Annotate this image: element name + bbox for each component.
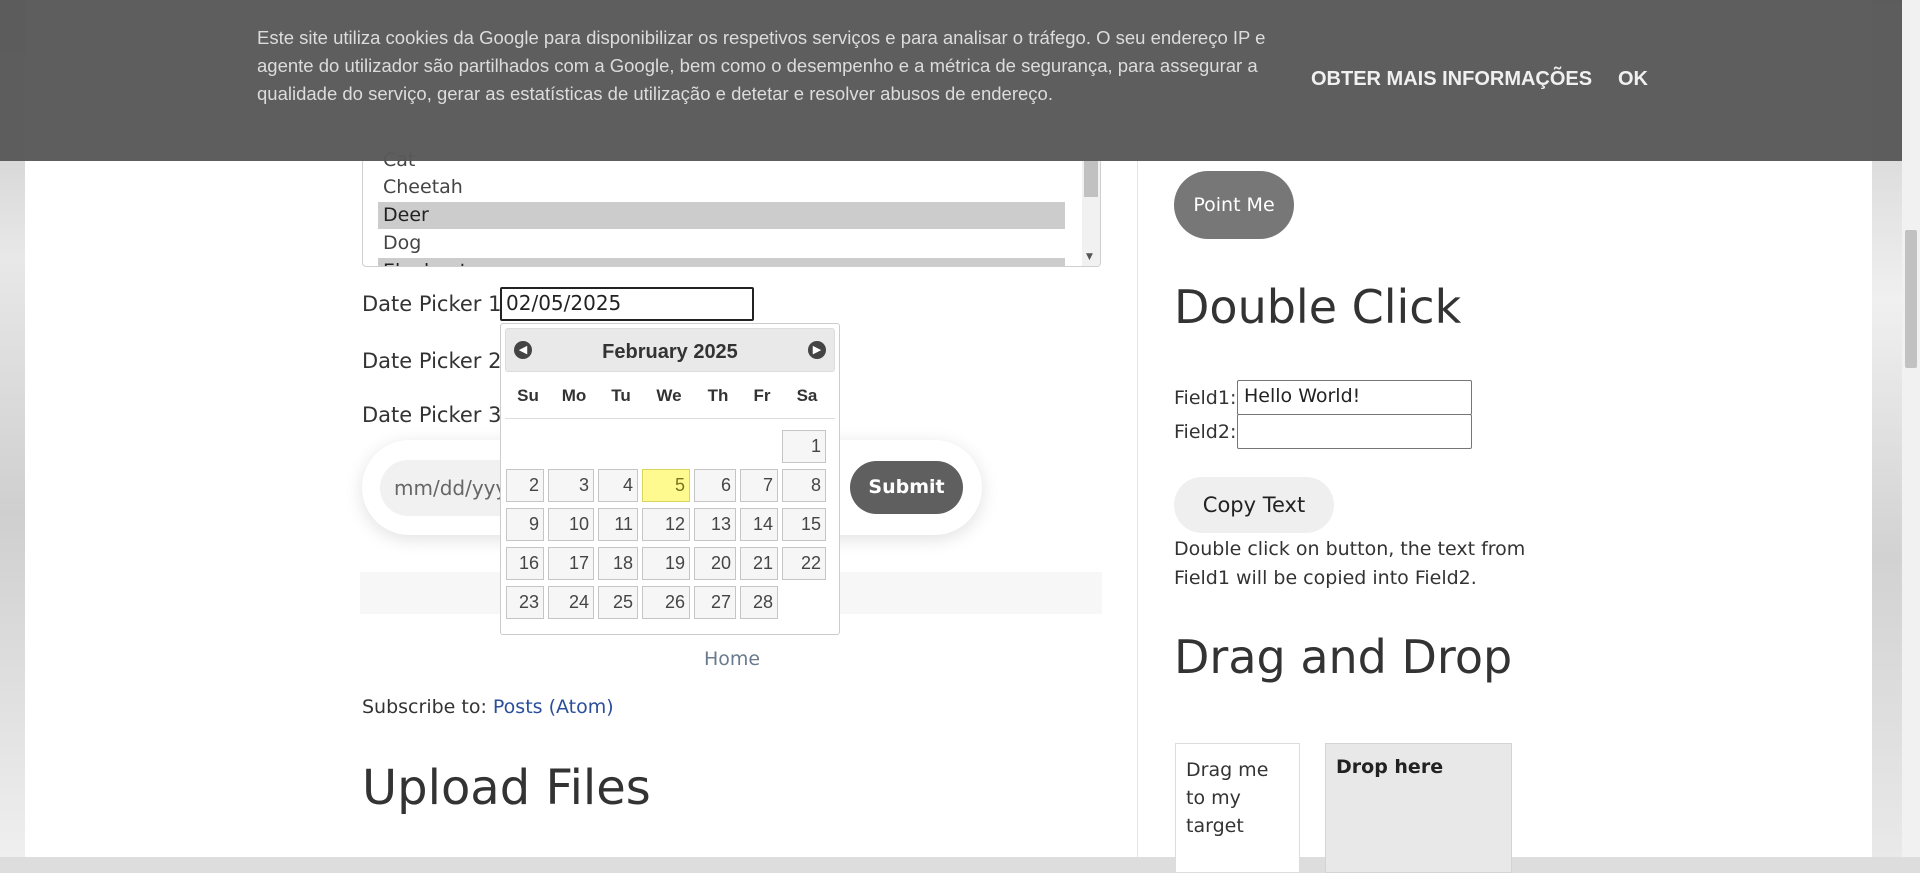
- cookie-banner-text: Este site utiliza cookies da Google para…: [257, 27, 1266, 104]
- calendar-day[interactable]: 18: [598, 547, 638, 580]
- field2-input[interactable]: [1237, 414, 1472, 449]
- date-picker-2-label: Date Picker 2:: [362, 349, 509, 373]
- next-month-icon[interactable]: ▶: [808, 341, 826, 359]
- calendar-day[interactable]: 1: [782, 430, 826, 463]
- calendar-day[interactable]: 23: [506, 586, 544, 619]
- date-picker-3-label: Date Picker 3:: [362, 403, 509, 427]
- list-option-selected[interactable]: Deer: [378, 202, 1065, 229]
- field2-label: Field2:: [1174, 421, 1237, 443]
- posts-atom-link[interactable]: Posts (Atom): [493, 696, 614, 718]
- field1-input[interactable]: Hello World!: [1237, 380, 1472, 415]
- calendar-day[interactable]: 17: [548, 547, 594, 580]
- weekday-label: Su: [517, 386, 539, 405]
- calendar-day[interactable]: 14: [740, 508, 778, 541]
- date-picker-1-input[interactable]: 02/05/2025: [500, 287, 754, 321]
- calendar-day[interactable]: 11: [598, 508, 638, 541]
- listbox-scrollbar-thumb[interactable]: [1084, 161, 1098, 197]
- calendar-day[interactable]: 2: [506, 469, 544, 502]
- list-option[interactable]: Dog: [378, 230, 1065, 257]
- calendar-day[interactable]: 3: [548, 469, 594, 502]
- calendar-day[interactable]: 4: [598, 469, 638, 502]
- calendar-day[interactable]: 22: [782, 547, 826, 580]
- datepicker-title: February 2025: [602, 341, 738, 363]
- calendar-day[interactable]: 28: [740, 586, 778, 619]
- copy-text-button[interactable]: Copy Text: [1174, 477, 1334, 533]
- double-click-help-text: Double click on button, the text from Fi…: [1174, 538, 1526, 589]
- weekday-label: Th: [707, 386, 729, 405]
- scroll-down-icon[interactable]: ▼: [1086, 252, 1093, 262]
- point-me-button[interactable]: Point Me: [1174, 171, 1294, 239]
- cookie-banner: Este site utiliza cookies da Google para…: [0, 0, 1902, 161]
- draggable-box[interactable]: Drag me to my target: [1175, 743, 1300, 873]
- calendar-day[interactable]: 21: [740, 547, 778, 580]
- calendar-day[interactable]: 25: [598, 586, 638, 619]
- calendar-day[interactable]: 24: [548, 586, 594, 619]
- subscribe-line: Subscribe to: Posts (Atom): [362, 696, 614, 718]
- calendar-day[interactable]: 9: [506, 508, 544, 541]
- calendar-day[interactable]: 20: [694, 547, 736, 580]
- date-picker-1-label: Date Picker 1:: [362, 292, 509, 316]
- list-option[interactable]: Cheetah: [378, 174, 1065, 201]
- field1-label: Field1:: [1174, 387, 1237, 409]
- drop-target[interactable]: Drop here: [1325, 743, 1512, 873]
- datepicker-popup: ◀ February 2025 ▶ Su Mo Tu We Th Fr Sa 1…: [500, 323, 840, 635]
- calendar-day-selected[interactable]: 5: [642, 469, 690, 502]
- calendar-day[interactable]: 13: [694, 508, 736, 541]
- datepicker-header: ◀ February 2025 ▶: [505, 328, 835, 372]
- calendar-day[interactable]: 15: [782, 508, 826, 541]
- weekday-header: Su Mo Tu We Th Fr Sa: [505, 378, 835, 414]
- window-scrollbar[interactable]: [1902, 0, 1920, 857]
- calendar-day[interactable]: 8: [782, 469, 826, 502]
- cookie-more-info-link[interactable]: OBTER MAIS INFORMAÇÕES: [1311, 68, 1592, 91]
- weekday-label: Tu: [611, 386, 631, 405]
- weekday-label: We: [656, 386, 682, 405]
- calendar-day[interactable]: 6: [694, 469, 736, 502]
- subscribe-label: Subscribe to:: [362, 696, 493, 718]
- weekday-label: Mo: [561, 386, 587, 405]
- drag-and-drop-heading: Drag and Drop: [1174, 630, 1513, 684]
- calendar-day[interactable]: 12: [642, 508, 690, 541]
- calendar-day[interactable]: 7: [740, 469, 778, 502]
- double-click-heading: Double Click: [1174, 280, 1462, 334]
- calendar-day[interactable]: 16: [506, 547, 544, 580]
- calendar-day[interactable]: 10: [548, 508, 594, 541]
- weekday-label: Fr: [753, 386, 771, 405]
- list-option-selected[interactable]: Elephant: [378, 258, 1065, 266]
- calendar-day[interactable]: 19: [642, 547, 690, 580]
- calendar-day[interactable]: 26: [642, 586, 690, 619]
- weekday-label: Sa: [796, 386, 818, 405]
- datepicker-separator: [505, 418, 835, 419]
- cookie-ok-button[interactable]: OK: [1618, 68, 1648, 91]
- submit-button[interactable]: Submit: [850, 461, 963, 514]
- calendar-day[interactable]: 27: [694, 586, 736, 619]
- home-link[interactable]: Home: [704, 648, 760, 670]
- window-scrollbar-thumb[interactable]: [1905, 230, 1917, 368]
- upload-files-heading: Upload Files: [362, 760, 651, 816]
